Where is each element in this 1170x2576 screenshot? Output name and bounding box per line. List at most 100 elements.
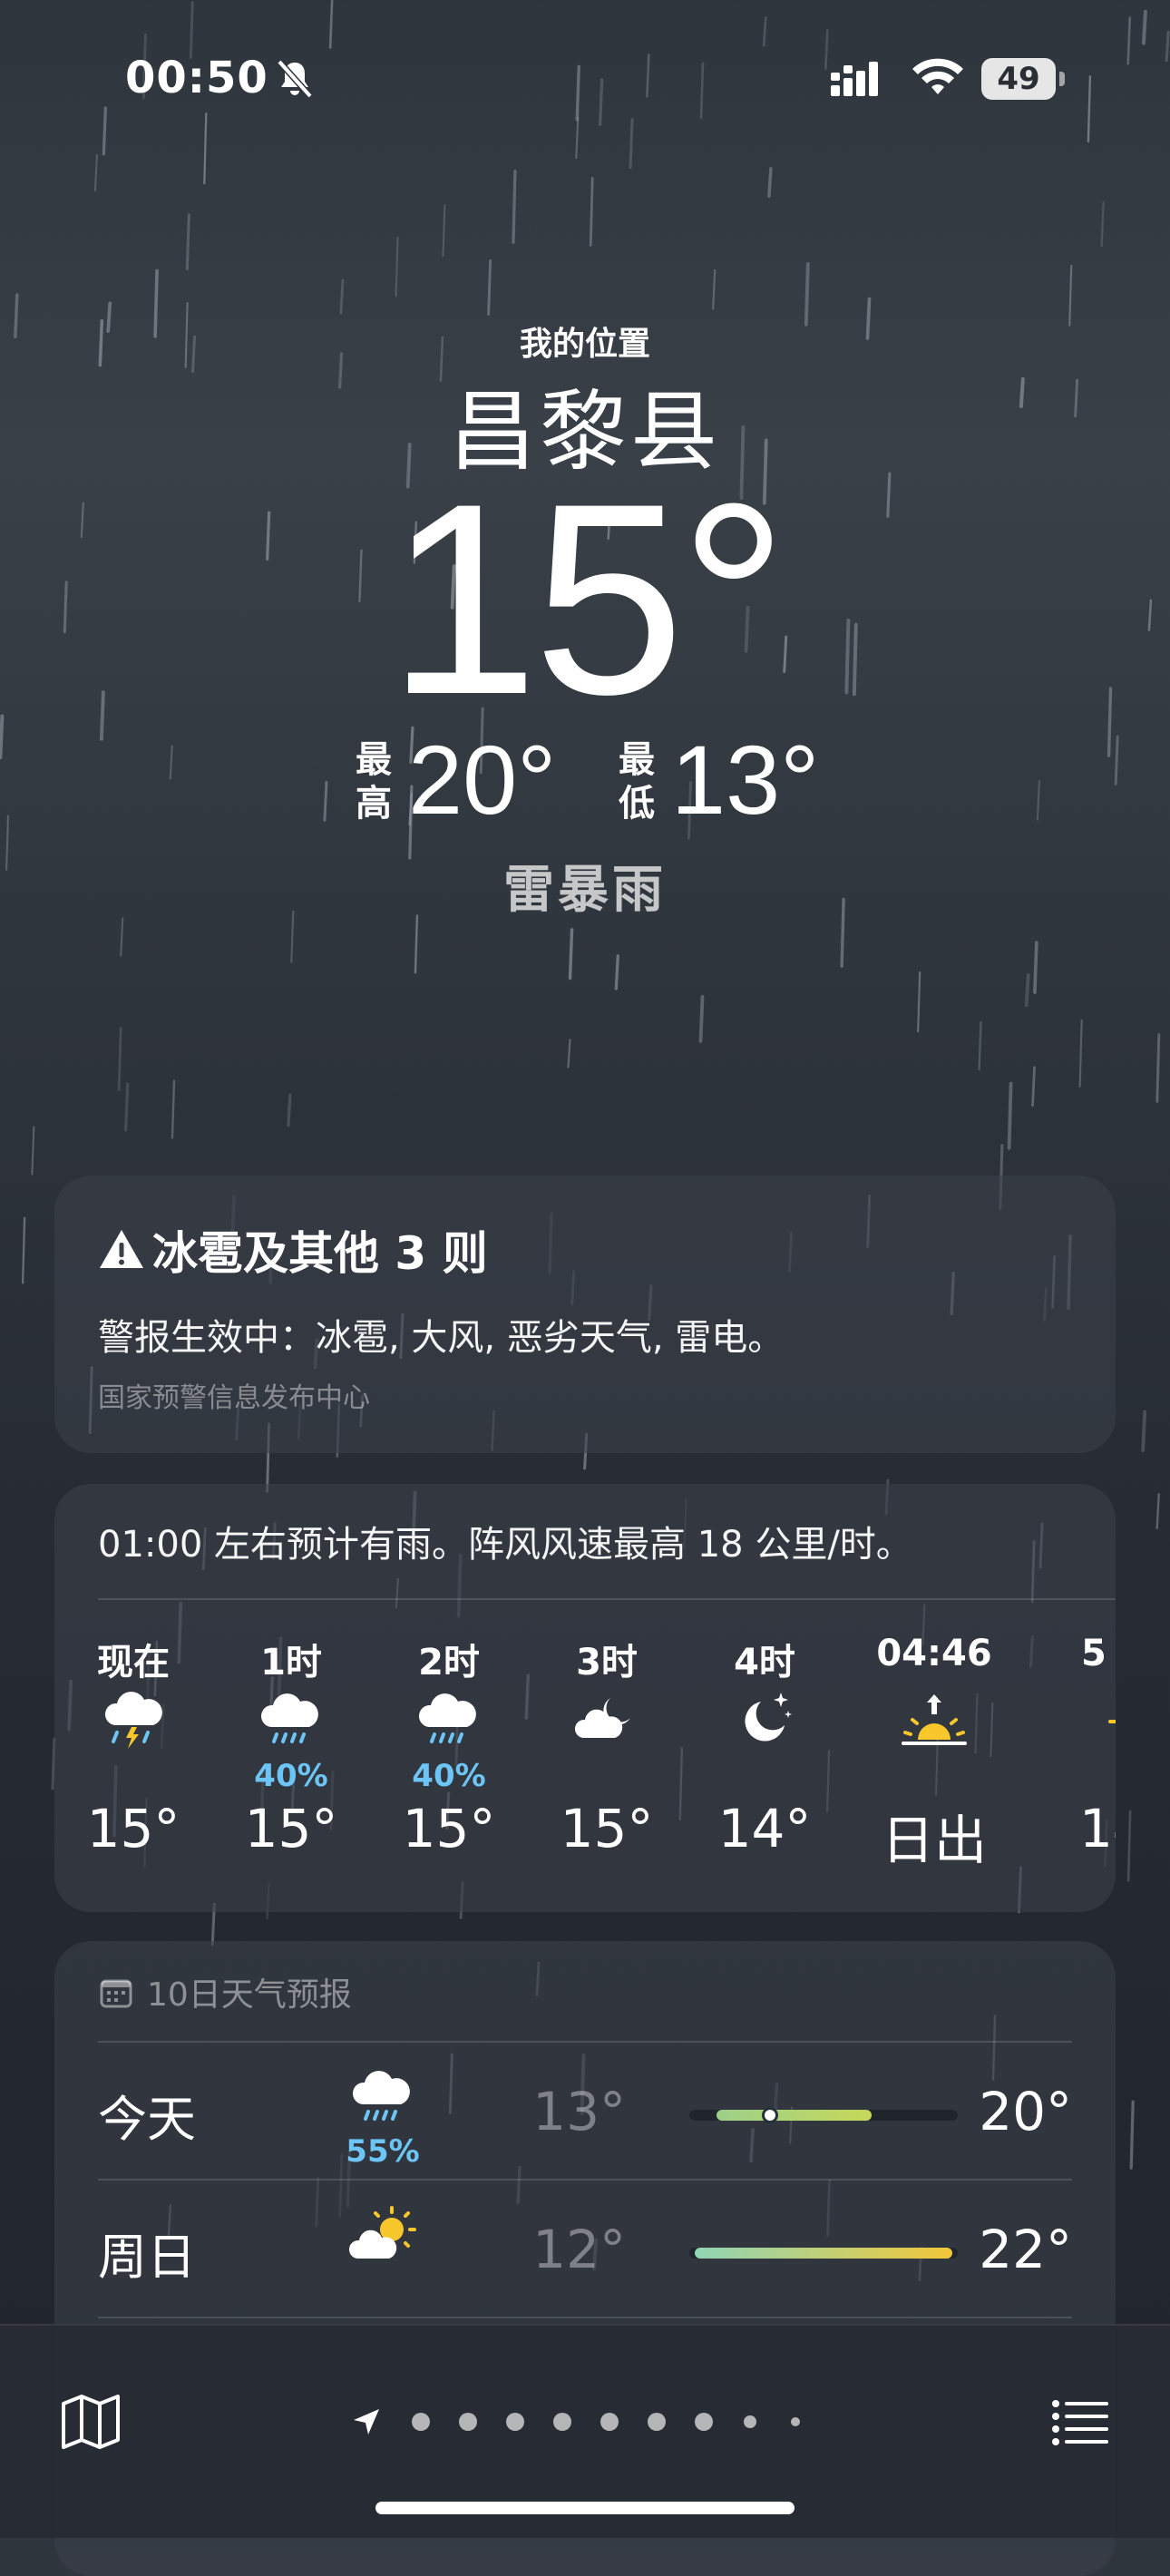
rain-streak [575,64,580,122]
rain-streak [978,1020,982,1071]
rain-streak [712,268,717,310]
hour-time: 3时 [576,1642,638,1683]
sun-icon [1108,1720,1116,1723]
rain-streak [699,62,705,120]
location-label: 我的位置 [519,326,650,363]
rain-streak [1087,75,1092,143]
rain-streak [512,169,517,244]
rain-streak [287,1093,292,1127]
page-dot [553,2413,571,2431]
rain-streak [598,78,604,127]
thunderstorm-icon [104,1692,162,1749]
page-dot [695,2413,713,2431]
rain-streak [123,1082,130,1132]
hour-item: 3时 15° [528,1484,686,1912]
page-dot [600,2413,619,2431]
hour-temperature: 15° [86,1798,180,1859]
page-dot [648,2413,666,2431]
hour-item: 2时 40% 15° [370,1484,528,1912]
rain-streak [1078,1019,1083,1088]
rain-streak [1024,972,1030,1008]
rain-streak [1141,9,1147,45]
temperature-range-bar [689,2248,958,2259]
rain-cloud-icon [260,1693,318,1743]
warning-icon [100,1230,143,1268]
temperature-range-bar [689,2107,958,2123]
weather-condition: 雷暴雨 [503,861,667,920]
rain-streak [414,914,419,974]
hour-temperature: 15° [402,1798,496,1859]
sunrise-label: 日出 [881,1810,987,1871]
rain-streak [1033,941,1038,994]
wifi-icon [912,58,963,94]
list-icon[interactable] [1047,2389,1112,2454]
day-name: 周日 [98,2229,196,2286]
day-high: 22° [979,2219,1072,2280]
low-temperature: 13° [671,725,820,834]
rain-streak [31,1126,35,1176]
status-time: 00:50 [125,53,268,103]
sunrise-icon [902,1694,967,1745]
hour-item: 4时 14° [686,1484,843,1912]
alert-title-text: 冰雹及其他 3 则 [152,1227,488,1280]
rain-streak [629,118,634,170]
page-dot [791,2417,800,2426]
page-indicator[interactable] [350,2405,822,2438]
rain-streak [442,204,446,258]
rain-streak [93,153,98,192]
rain-streak [1165,30,1170,63]
hour-temperature: 14 [1079,1798,1116,1859]
current-temperature: 15° [387,446,788,751]
temperature-range-fill [716,2110,873,2121]
rain-cloud-icon [418,1693,476,1743]
cellular-signal-icon [831,62,878,96]
hour-temperature: 15° [244,1798,338,1859]
rain-streak [575,117,580,160]
hour-item: 04:46 日出 [843,1484,1025,1912]
day-low: 13° [532,2081,626,2142]
rain-cloud-icon [352,2071,410,2121]
map-icon[interactable] [58,2389,123,2454]
page-dot [459,2413,477,2431]
rain-streak [395,236,399,298]
hour-item: 1时 40% 15° [212,1484,370,1912]
hour-temperature: 14° [717,1798,812,1859]
home-indicator[interactable] [375,2502,795,2514]
rain-streak [1100,201,1105,248]
rain-streak [339,278,345,315]
alert-source: 国家预警信息发布中心 [98,1382,370,1414]
temperature-range-fill [694,2248,953,2259]
day-row[interactable]: 周日 12° 22° [54,2181,1116,2317]
rain-streak [1068,265,1073,327]
page-dot [744,2415,756,2428]
rain-streak [804,262,810,327]
high-low-row: 最高 20° 最低 13° [0,726,1170,834]
daily-header-label: 10日天气预报 [147,1976,352,2014]
rain-streak [1126,16,1131,65]
rain-streak [1129,2100,1135,2170]
rain-streak [328,0,334,49]
alert-body: 警报生效中：冰雹, 大风, 恶劣天气, 雷电。 [98,1317,785,1359]
weather-alert-card[interactable]: 冰雹及其他 3 则 警报生效中：冰雹, 大风, 恶劣天气, 雷电。 国家预警信息… [54,1176,1116,1453]
rain-streak [824,29,829,71]
hour-time: 2时 [418,1642,480,1683]
rain-streak [917,971,921,1033]
silent-bell-icon [277,59,313,99]
location-arrow-icon [354,2409,379,2435]
hour-temperature: 15° [560,1798,654,1859]
day-low: 12° [532,2219,626,2280]
rain-streak [762,16,767,47]
battery-tip [1059,72,1065,86]
rain-streak [171,1079,176,1139]
hourly-forecast-card[interactable]: 01:00 左右预计有雨。阵风风速最高 18 公里/时。 现在 15° 1时 4… [54,1484,1116,1912]
high-temperature: 20° [408,725,557,834]
hour-time: 1时 [260,1642,322,1683]
rain-streak [698,994,705,1043]
rain-streak [646,54,650,98]
day-row[interactable]: 今天 55% 13° 20° [54,2043,1116,2179]
calendar-icon [100,1979,132,2008]
cloud-moon-icon [574,1698,630,1738]
rain-streak [102,106,107,156]
rain-streak [1126,1810,1132,1882]
rain-streak [767,167,773,198]
